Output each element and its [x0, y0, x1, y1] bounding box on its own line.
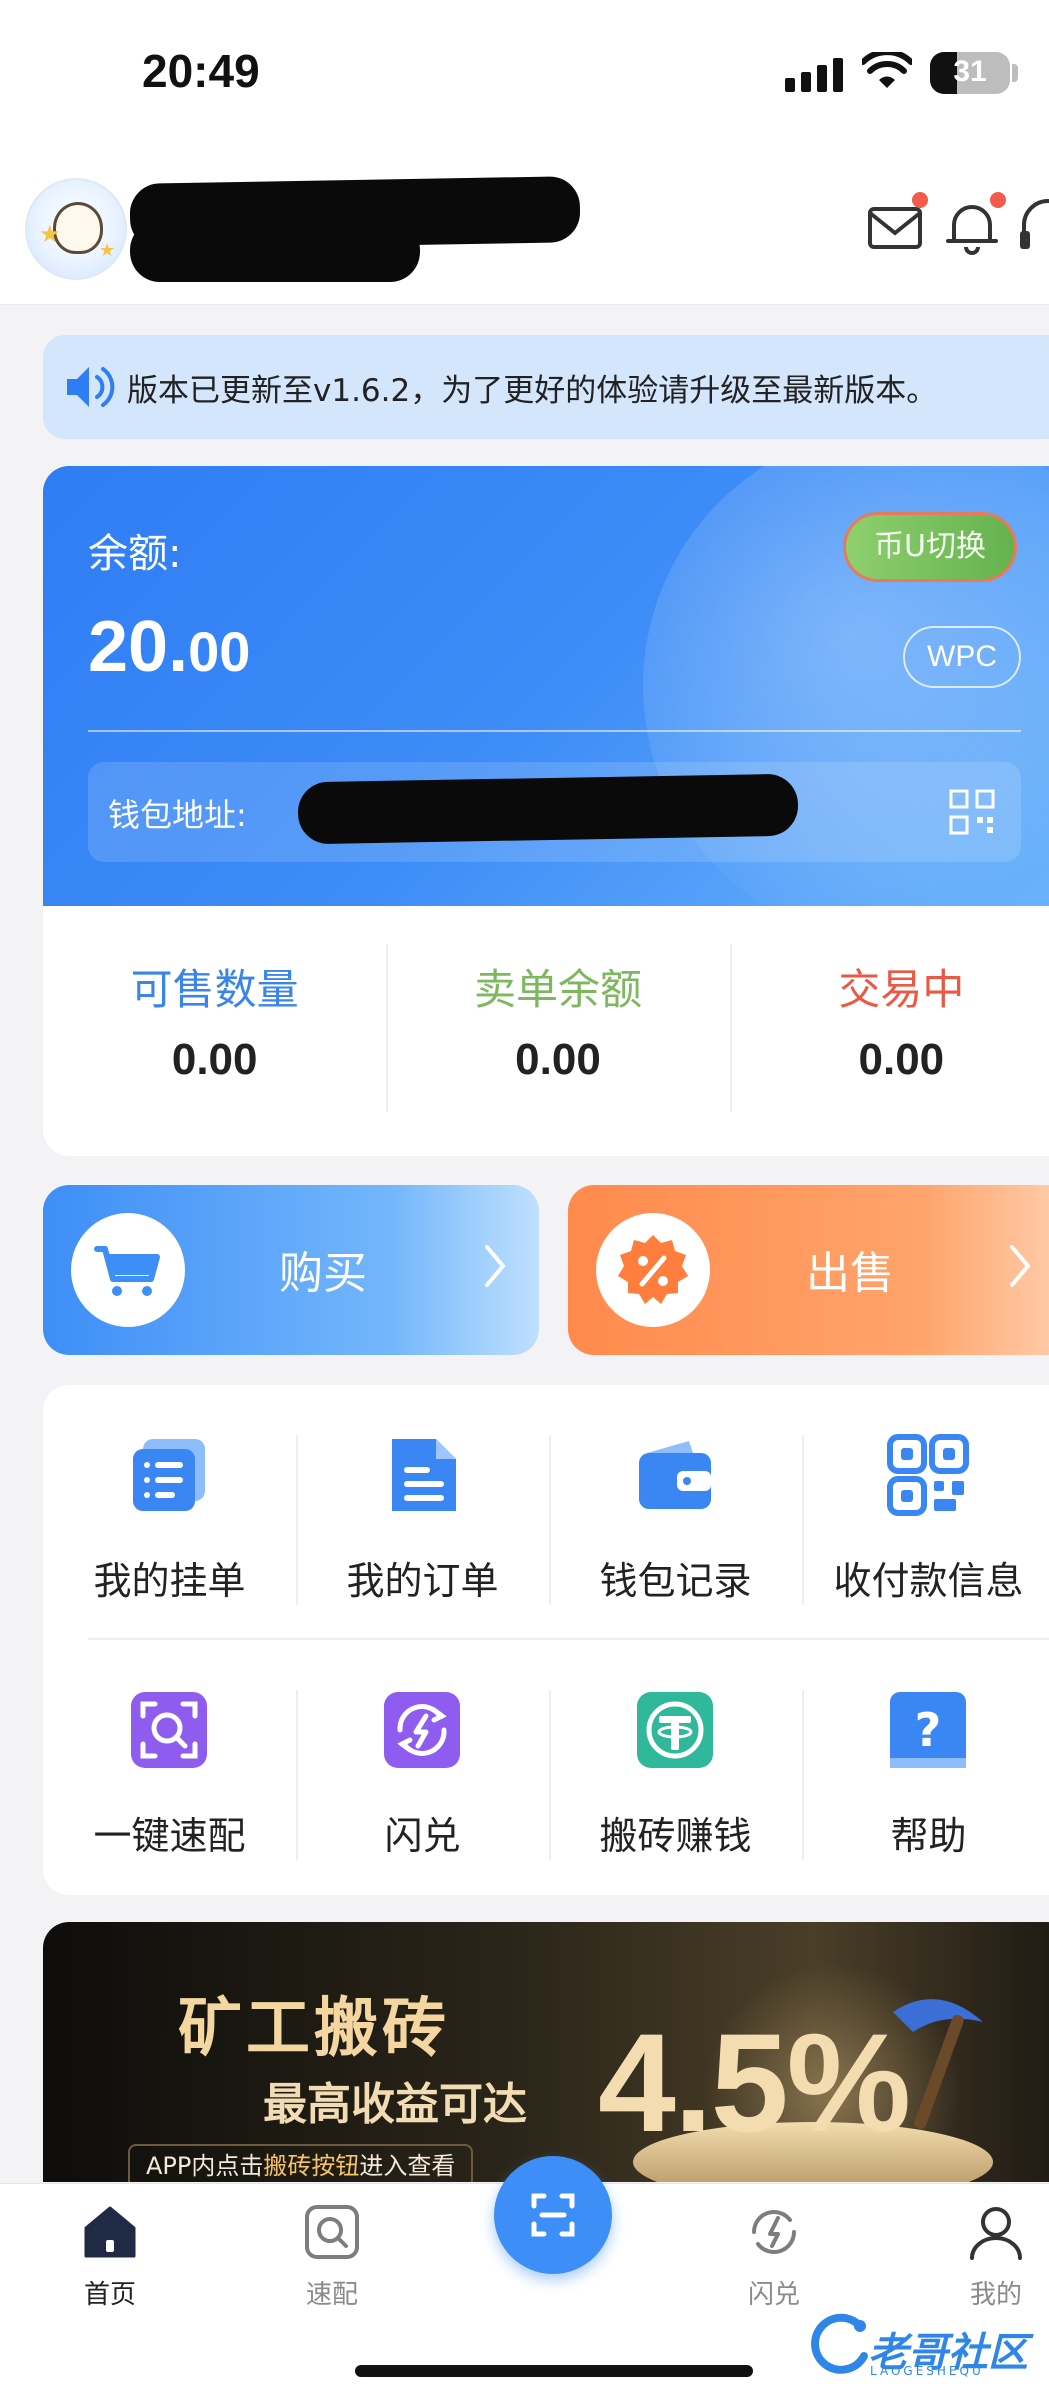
redacted-wallet-address — [297, 773, 799, 845]
buy-label: 购买 — [279, 1248, 367, 1299]
tab-label: 闪兑 — [747, 2280, 800, 2310]
banner-title: 矿工搬砖 — [178, 1992, 450, 2066]
flash-exchange-icon — [752, 2210, 796, 2254]
speaker-icon — [67, 367, 115, 407]
menu-quick-match[interactable]: 一键速配 — [43, 1640, 296, 1870]
banner-tip: APP内点击搬砖按钮进入查看 — [128, 2144, 474, 2182]
stat-label: 可售数量 — [130, 965, 299, 1014]
menu-label: 闪兑 — [384, 1814, 461, 1858]
wifi-icon — [862, 52, 912, 88]
qrcode-icon — [887, 1434, 969, 1516]
home-icon — [84, 2206, 136, 2258]
avatar[interactable]: ★ ★ — [25, 178, 127, 280]
tab-home[interactable]: 首页 — [50, 2204, 170, 2311]
sell-label: 出售 — [806, 1248, 894, 1299]
stat-value: 0.00 — [171, 1035, 258, 1084]
tab-label: 我的 — [969, 2280, 1022, 2310]
cart-icon — [94, 1246, 160, 1296]
headset-icon[interactable] — [1016, 195, 1049, 259]
tether-icon — [637, 1692, 713, 1768]
announcement-text: 版本已更新至v1.6.2，为了更好的体验请升级至最新版本。 — [127, 373, 938, 409]
battery-icon: 31 — [930, 52, 1010, 94]
stat-sell-balance: 卖单余额 0.00 — [386, 936, 729, 1136]
announcement-bar[interactable]: 版本已更新至v1.6.2，为了更好的体验请升级至最新版本。 — [43, 335, 1049, 439]
watermark: 老哥社区 LAOGESHEQU — [808, 2312, 1038, 2382]
list-icon — [133, 1439, 205, 1511]
menu-label: 我的订单 — [346, 1559, 499, 1603]
menu-wallet-records[interactable]: 钱包记录 — [549, 1385, 802, 1615]
battery-level: 31 — [953, 55, 987, 88]
watermark-subtitle: LAOGESHEQU — [870, 2364, 984, 2378]
menu-my-orders[interactable]: 我的订单 — [296, 1385, 549, 1615]
scan-button[interactable] — [494, 2156, 612, 2274]
menu-arbitrage-earn[interactable]: 搬砖赚钱 — [549, 1640, 802, 1870]
stat-value: 0.00 — [515, 1035, 601, 1084]
stat-label: 交易中 — [838, 965, 965, 1014]
flash-exchange-icon — [384, 1692, 460, 1768]
sell-button[interactable]: 出售 — [568, 1185, 1049, 1355]
balance-value: 20.00 — [88, 607, 251, 687]
wallet-address-label: 钱包地址: — [108, 796, 247, 834]
mail-unread-dot — [912, 192, 928, 208]
tab-flash-exchange[interactable]: 闪兑 — [714, 2204, 834, 2311]
dragon-logo-icon — [811, 2313, 868, 2374]
balance-stats: 可售数量 0.00 卖单余额 0.00 交易中 0.00 — [43, 936, 1049, 1136]
wallet-address-row[interactable]: 钱包地址: — [88, 762, 1021, 862]
tab-quick-match[interactable]: 速配 — [272, 2204, 392, 2311]
banner-percent: 4.5% — [598, 2004, 911, 2161]
divider — [88, 730, 1021, 732]
balance-card: 余额: 20.00 币U切换 WPC 钱包地址: 可售数量 0.00 卖单余额 — [43, 466, 1049, 1156]
qrcode-icon[interactable] — [948, 788, 996, 836]
scan-icon — [531, 2193, 575, 2237]
home-indicator — [355, 2365, 753, 2377]
bell-unread-dot — [990, 192, 1006, 208]
document-icon — [392, 1439, 456, 1511]
discount-icon — [618, 1235, 688, 1304]
menu-label: 钱包记录 — [599, 1559, 752, 1603]
banner-subtitle: 最高收益可达 — [263, 2079, 527, 2130]
tab-label: 首页 — [83, 2280, 136, 2310]
wallet-icon — [639, 1441, 711, 1509]
feature-grid: 我的挂单 我的订单 钱包记录 收付款信息 一键速配 闪兑 搬砖赚钱 ? 帮助 — [43, 1385, 1049, 1895]
menu-my-listings[interactable]: 我的挂单 — [43, 1385, 296, 1615]
feature-row: 我的挂单 我的订单 钱包记录 收付款信息 — [43, 1385, 1049, 1615]
menu-label: 我的挂单 — [93, 1559, 246, 1603]
chevron-right-icon — [1010, 1245, 1031, 1287]
promo-banner[interactable]: 矿工搬砖 最高收益可达 4.5% APP内点击搬砖按钮进入查看 — [43, 1922, 1049, 2182]
buy-icon-circle — [71, 1213, 185, 1327]
status-bar: 20:49 31 — [0, 0, 1049, 150]
menu-label: 收付款信息 — [833, 1559, 1024, 1603]
balance-label: 余额: — [88, 531, 182, 577]
user-icon — [970, 2207, 1022, 2260]
feature-row: 一键速配 闪兑 搬砖赚钱 ? 帮助 — [43, 1640, 1049, 1870]
menu-label: 一键速配 — [93, 1814, 246, 1858]
quick-match-icon — [131, 1692, 207, 1768]
svg-text:?: ? — [915, 1703, 942, 1757]
balance-header: 余额: 20.00 币U切换 WPC 钱包地址: — [43, 466, 1049, 906]
menu-label: 搬砖赚钱 — [599, 1814, 752, 1858]
menu-help[interactable]: ? 帮助 — [802, 1640, 1049, 1870]
menu-payment-info[interactable]: 收付款信息 — [802, 1385, 1049, 1615]
quick-match-icon — [305, 2205, 359, 2259]
status-time: 20:49 — [142, 45, 260, 97]
chevron-right-icon — [485, 1245, 506, 1287]
unit-badge[interactable]: WPC — [903, 626, 1021, 688]
stat-trading: 交易中 0.00 — [729, 936, 1049, 1136]
menu-label: 帮助 — [890, 1814, 967, 1858]
app-header: ★★ 中 — [0, 150, 1049, 305]
buy-button[interactable]: 购买 — [43, 1185, 539, 1355]
stat-value: 0.00 — [858, 1035, 945, 1084]
cellular-signal-icon — [785, 56, 843, 92]
currency-switch-button[interactable]: 币U切换 — [843, 512, 1017, 582]
tab-mine[interactable]: 我的 — [936, 2204, 1049, 2311]
stat-label: 卖单余额 — [473, 965, 642, 1014]
sell-icon-circle — [596, 1213, 710, 1327]
redacted-username-line2 — [130, 220, 420, 282]
help-icon: ? — [890, 1692, 966, 1768]
tab-label: 速配 — [305, 2280, 358, 2310]
stat-available: 可售数量 0.00 — [43, 936, 386, 1136]
menu-flash-exchange[interactable]: 闪兑 — [296, 1640, 549, 1870]
